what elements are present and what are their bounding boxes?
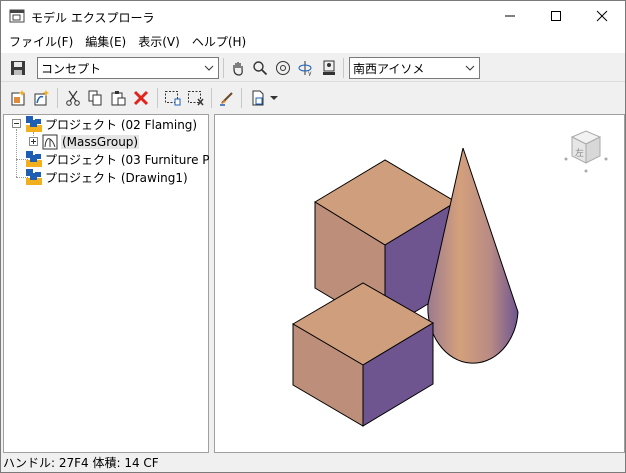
model-tree[interactable]: プロジェクト (02 Flaming) (MassGroup) プロジェクト (…: [3, 114, 232, 453]
maximize-icon: [551, 11, 561, 21]
zoom-button[interactable]: [249, 57, 271, 79]
view-toolbar: コンセプト y 南西アイソメ: [1, 54, 625, 82]
tree-item-label: プロジェクト (03 Furniture Plan): [45, 152, 233, 167]
status-text: ハンドル: 27F4 体積: 14 CF: [3, 456, 159, 470]
collapse-toggle[interactable]: [12, 119, 21, 128]
close-icon: [596, 10, 608, 22]
toolbar-separator: [241, 88, 242, 108]
tree-item-project-02[interactable]: プロジェクト (02 Flaming): [26, 115, 197, 133]
tree-item-drawing1[interactable]: プロジェクト (Drawing1): [26, 168, 188, 186]
minimize-button[interactable]: [487, 1, 533, 31]
window-title: モデル エクスプローラ: [31, 11, 155, 25]
attach-file-button[interactable]: [247, 87, 269, 109]
new-project-icon: [11, 90, 25, 106]
cone: [427, 147, 519, 364]
new-group-icon: [34, 90, 49, 106]
menu-bar: ファイル(F) 編集(E) 表示(V) ヘルプ(H): [1, 31, 625, 53]
tree-item-project-03[interactable]: プロジェクト (03 Furniture Plan): [26, 150, 232, 168]
selection-remove-icon: [188, 91, 204, 106]
close-button[interactable]: [579, 1, 625, 31]
edit-style-button[interactable]: [216, 87, 238, 109]
cut-button[interactable]: [62, 87, 84, 109]
menu-help[interactable]: ヘルプ(H): [186, 32, 252, 52]
project-icon: [26, 151, 42, 167]
expand-toggle[interactable]: [29, 137, 38, 146]
toolbar-separator: [223, 58, 224, 78]
hand-pan-icon: [233, 62, 243, 76]
select-objects-button[interactable]: [162, 87, 184, 109]
edit-toolbar: [1, 83, 625, 113]
project-icon: [26, 169, 42, 185]
copy-icon: [88, 90, 102, 106]
red-x-delete-icon: [133, 90, 149, 106]
svg-text:y: y: [308, 70, 312, 76]
view-direction-value: 南西アイソメ: [353, 61, 425, 76]
menu-view[interactable]: 表示(V): [132, 32, 186, 52]
pan-button[interactable]: [227, 57, 249, 79]
toolbar-separator: [211, 88, 212, 108]
model-scene: 左: [292, 130, 608, 427]
project-icon: [26, 116, 42, 132]
tree-item-massgroup[interactable]: (MassGroup): [42, 133, 140, 151]
delete-button[interactable]: [130, 87, 152, 109]
rotate-view-button[interactable]: y: [295, 57, 317, 79]
minus-icon: [14, 123, 19, 124]
menu-file[interactable]: ファイル(F): [3, 32, 79, 52]
clipboard-paste-icon: [111, 91, 126, 106]
new-group-button[interactable]: [31, 87, 53, 109]
orbit-icon: [276, 61, 290, 75]
title-bar: モデル エクスプローラ: [1, 1, 625, 31]
selection-add-icon: [165, 91, 181, 106]
orbit-button[interactable]: [272, 57, 294, 79]
minimize-icon: [505, 15, 515, 17]
magnifier-icon: [253, 61, 268, 76]
new-project-button[interactable]: [8, 87, 30, 109]
save-button[interactable]: [7, 57, 29, 79]
menu-edit[interactable]: 編集(E): [79, 32, 132, 52]
rotate-axis-icon: y: [298, 61, 312, 76]
tree-item-label: プロジェクト (02 Flaming): [45, 117, 198, 132]
camera-user-icon: [323, 60, 335, 75]
tree-line: [16, 129, 17, 177]
model-viewport[interactable]: 左: [214, 114, 625, 453]
toolbar-separator: [57, 88, 58, 108]
tree-item-label: (MassGroup): [61, 135, 140, 149]
status-bar: ハンドル: 27F4 体積: 14 CF: [1, 454, 625, 472]
chevron-down-icon: [465, 65, 475, 71]
plus-icon: [31, 139, 36, 144]
attach-dropdown-button[interactable]: [267, 87, 281, 109]
toolbar-separator: [343, 58, 344, 78]
scissors-icon: [66, 90, 80, 106]
app-icon: [9, 8, 25, 24]
maximize-button[interactable]: [533, 1, 579, 31]
document-attach-icon: [252, 90, 264, 106]
caret-down-icon: [270, 96, 278, 100]
visual-style-value: コンセプト: [41, 61, 102, 76]
view-direction-select[interactable]: 南西アイソメ: [349, 57, 480, 79]
chevron-down-icon: [204, 65, 214, 71]
viewcube-face-label: 左: [575, 147, 584, 159]
viewcube[interactable]: 左: [564, 130, 608, 173]
camera-button[interactable]: [318, 57, 340, 79]
brush-icon: [220, 92, 233, 106]
toolbar-separator: [157, 88, 158, 108]
model-explorer-window: モデル エクスプローラ ファイル(F) 編集(E) 表示(V) ヘルプ(H) コ…: [0, 0, 626, 473]
deselect-objects-button[interactable]: [185, 87, 207, 109]
visual-style-select[interactable]: コンセプト: [37, 57, 219, 79]
paste-button[interactable]: [107, 87, 129, 109]
copy-button[interactable]: [84, 87, 106, 109]
floppy-disk-icon: [11, 61, 25, 75]
tree-item-label: プロジェクト (Drawing1): [45, 170, 188, 185]
mass-group-icon: [42, 134, 58, 150]
